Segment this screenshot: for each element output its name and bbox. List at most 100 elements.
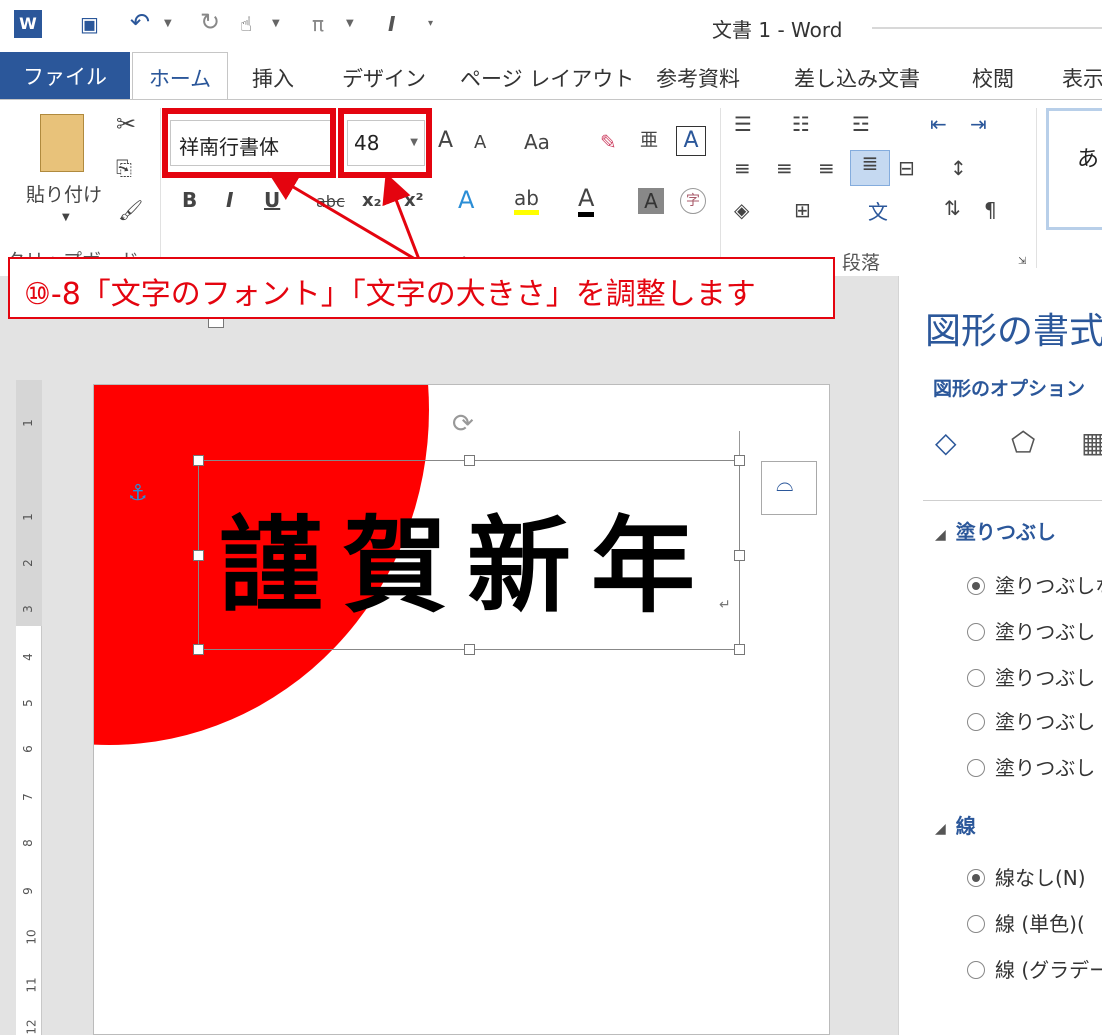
paragraph-dialog-launcher-icon[interactable]: ⇲	[1018, 256, 1026, 267]
radio-icon[interactable]	[967, 577, 985, 595]
radio-icon[interactable]	[967, 759, 985, 777]
align-left-icon[interactable]: ≡	[734, 156, 751, 180]
superscript-icon[interactable]: x²	[404, 190, 424, 211]
fill-option-label: 塗りつぶし (	[995, 710, 1102, 734]
radio-icon[interactable]	[967, 713, 985, 731]
justify-icon[interactable]: ≣	[850, 150, 890, 186]
paste-label[interactable]: 貼り付け	[26, 180, 102, 207]
textbox-text[interactable]: 謹賀新年	[219, 481, 715, 632]
touch-mode-icon[interactable]: ☝	[240, 12, 252, 36]
resize-handle[interactable]	[464, 455, 475, 466]
fill-line-icon[interactable]: ◇	[935, 426, 957, 459]
subscript-icon[interactable]: x₂	[362, 190, 382, 211]
resize-handle[interactable]	[193, 550, 204, 561]
change-case-icon[interactable]: Aa	[524, 130, 550, 154]
font-name-highlight	[162, 108, 336, 178]
radio-icon[interactable]	[967, 961, 985, 979]
distributed-icon[interactable]: ⊟	[898, 156, 915, 180]
resize-handle[interactable]	[464, 644, 475, 655]
format-painter-icon[interactable]: 🖌	[118, 198, 143, 222]
undo-dropdown-icon[interactable]: ▼	[164, 18, 172, 29]
layout-properties-icon[interactable]: ▦	[1081, 426, 1102, 459]
fill-option[interactable]: 塗りつぶし (	[967, 706, 1102, 735]
layout-options-button[interactable]: ⌓	[761, 461, 817, 515]
asian-layout-icon[interactable]: 文	[868, 196, 888, 225]
shading-icon[interactable]: ◈	[734, 198, 749, 222]
tab-mailings[interactable]: 差し込み文書	[794, 63, 920, 93]
shrink-font-icon[interactable]: A	[474, 132, 486, 153]
tab-view[interactable]: 表示	[1062, 63, 1102, 93]
italic-qat-icon[interactable]: I	[388, 12, 395, 36]
fill-option[interactable]: 塗りつぶし (	[967, 616, 1102, 645]
tab-review[interactable]: 校閲	[972, 63, 1014, 93]
ruler-number: 9	[20, 887, 35, 895]
tab-references[interactable]: 参考資料	[656, 63, 740, 93]
shape-options-tab[interactable]: 図形のオプション	[933, 374, 1085, 401]
line-option[interactable]: 線 (グラデー	[967, 954, 1102, 983]
tab-design[interactable]: デザイン	[342, 63, 426, 93]
line-section-header[interactable]: ◢ 線	[935, 810, 976, 839]
highlight-icon[interactable]: ab	[514, 186, 539, 215]
line-option[interactable]: 線なし(N)	[967, 862, 1086, 891]
copy-icon[interactable]: ⎘	[116, 156, 132, 180]
italic-icon[interactable]: I	[226, 188, 233, 212]
radio-icon[interactable]	[967, 669, 985, 687]
multilevel-list-icon[interactable]: ☲	[852, 112, 870, 136]
numbering-icon[interactable]: ☷	[792, 112, 810, 136]
tab-insert[interactable]: 挿入	[252, 63, 294, 93]
effects-icon[interactable]: ⬠	[1011, 426, 1035, 459]
resize-handle[interactable]	[734, 550, 745, 561]
text-box[interactable]: 謹賀新年 ↵	[193, 455, 745, 655]
increase-indent-icon[interactable]: ⇥	[970, 112, 987, 136]
align-center-icon[interactable]: ≡	[776, 156, 793, 180]
borders-icon[interactable]: ⊞	[794, 198, 811, 222]
clear-format-icon[interactable]: ✎	[600, 130, 617, 154]
fill-option[interactable]: 塗りつぶしな	[967, 570, 1102, 599]
show-marks-icon[interactable]: ¶	[984, 198, 997, 222]
document-page[interactable]: ⚓ ⟳ 謹賀新年 ↵ ⌓	[93, 384, 830, 1035]
customize-qat-icon[interactable]: ▾	[428, 18, 433, 29]
tab-file[interactable]: ファイル	[0, 52, 130, 100]
radio-icon[interactable]	[967, 869, 985, 887]
resize-handle[interactable]	[734, 644, 745, 655]
phonetic-guide-icon[interactable]: 亜	[640, 126, 658, 152]
char-border-icon[interactable]: A	[676, 126, 706, 156]
radio-icon[interactable]	[967, 623, 985, 641]
paste-dropdown-icon[interactable]: ▼	[62, 212, 70, 223]
tab-page-layout[interactable]: ページ レイアウト	[460, 63, 634, 93]
line-option[interactable]: 線 (単色)(	[967, 908, 1085, 937]
fill-option[interactable]: 塗りつぶし (	[967, 752, 1102, 781]
fill-option[interactable]: 塗りつぶし (	[967, 662, 1102, 691]
grow-font-icon[interactable]: A	[438, 128, 453, 153]
resize-handle[interactable]	[193, 455, 204, 466]
resize-handle[interactable]	[193, 644, 204, 655]
font-color-icon[interactable]: A	[578, 184, 595, 217]
underline-icon[interactable]: U	[264, 188, 280, 212]
align-right-icon[interactable]: ≡	[818, 156, 835, 180]
char-shading-icon[interactable]: A	[638, 188, 664, 214]
enclose-char-icon[interactable]: 字	[680, 188, 706, 214]
equation-dropdown-icon[interactable]: ▼	[346, 18, 354, 29]
bullets-icon[interactable]: ☰	[734, 112, 752, 136]
touch-dropdown-icon[interactable]: ▼	[272, 18, 280, 29]
redo-icon[interactable]: ↻	[200, 8, 220, 36]
line-spacing-icon[interactable]: ↕	[950, 156, 967, 180]
style-gallery-item[interactable]: あ	[1046, 108, 1102, 230]
cut-icon[interactable]: ✂	[116, 110, 136, 138]
text-effects-icon[interactable]: A	[458, 186, 474, 214]
window-title: 文書 1 - Word	[712, 18, 843, 42]
tab-home[interactable]: ホーム	[132, 52, 228, 102]
decrease-indent-icon[interactable]: ⇤	[930, 112, 947, 136]
undo-icon[interactable]: ↶	[130, 8, 150, 36]
strikethrough-icon[interactable]: abc	[316, 192, 345, 211]
paste-icon[interactable]	[40, 114, 84, 172]
equation-icon[interactable]: π	[312, 12, 324, 36]
save-icon[interactable]: ▣	[80, 12, 99, 36]
resize-handle[interactable]	[734, 455, 745, 466]
sort-icon[interactable]: ⇅	[944, 196, 961, 220]
bold-icon[interactable]: B	[182, 188, 197, 212]
rotate-handle-icon[interactable]: ⟳	[452, 409, 474, 439]
radio-icon[interactable]	[967, 915, 985, 933]
ruler-number: 4	[20, 653, 35, 661]
fill-section-header[interactable]: ◢ 塗りつぶし	[935, 516, 1056, 545]
